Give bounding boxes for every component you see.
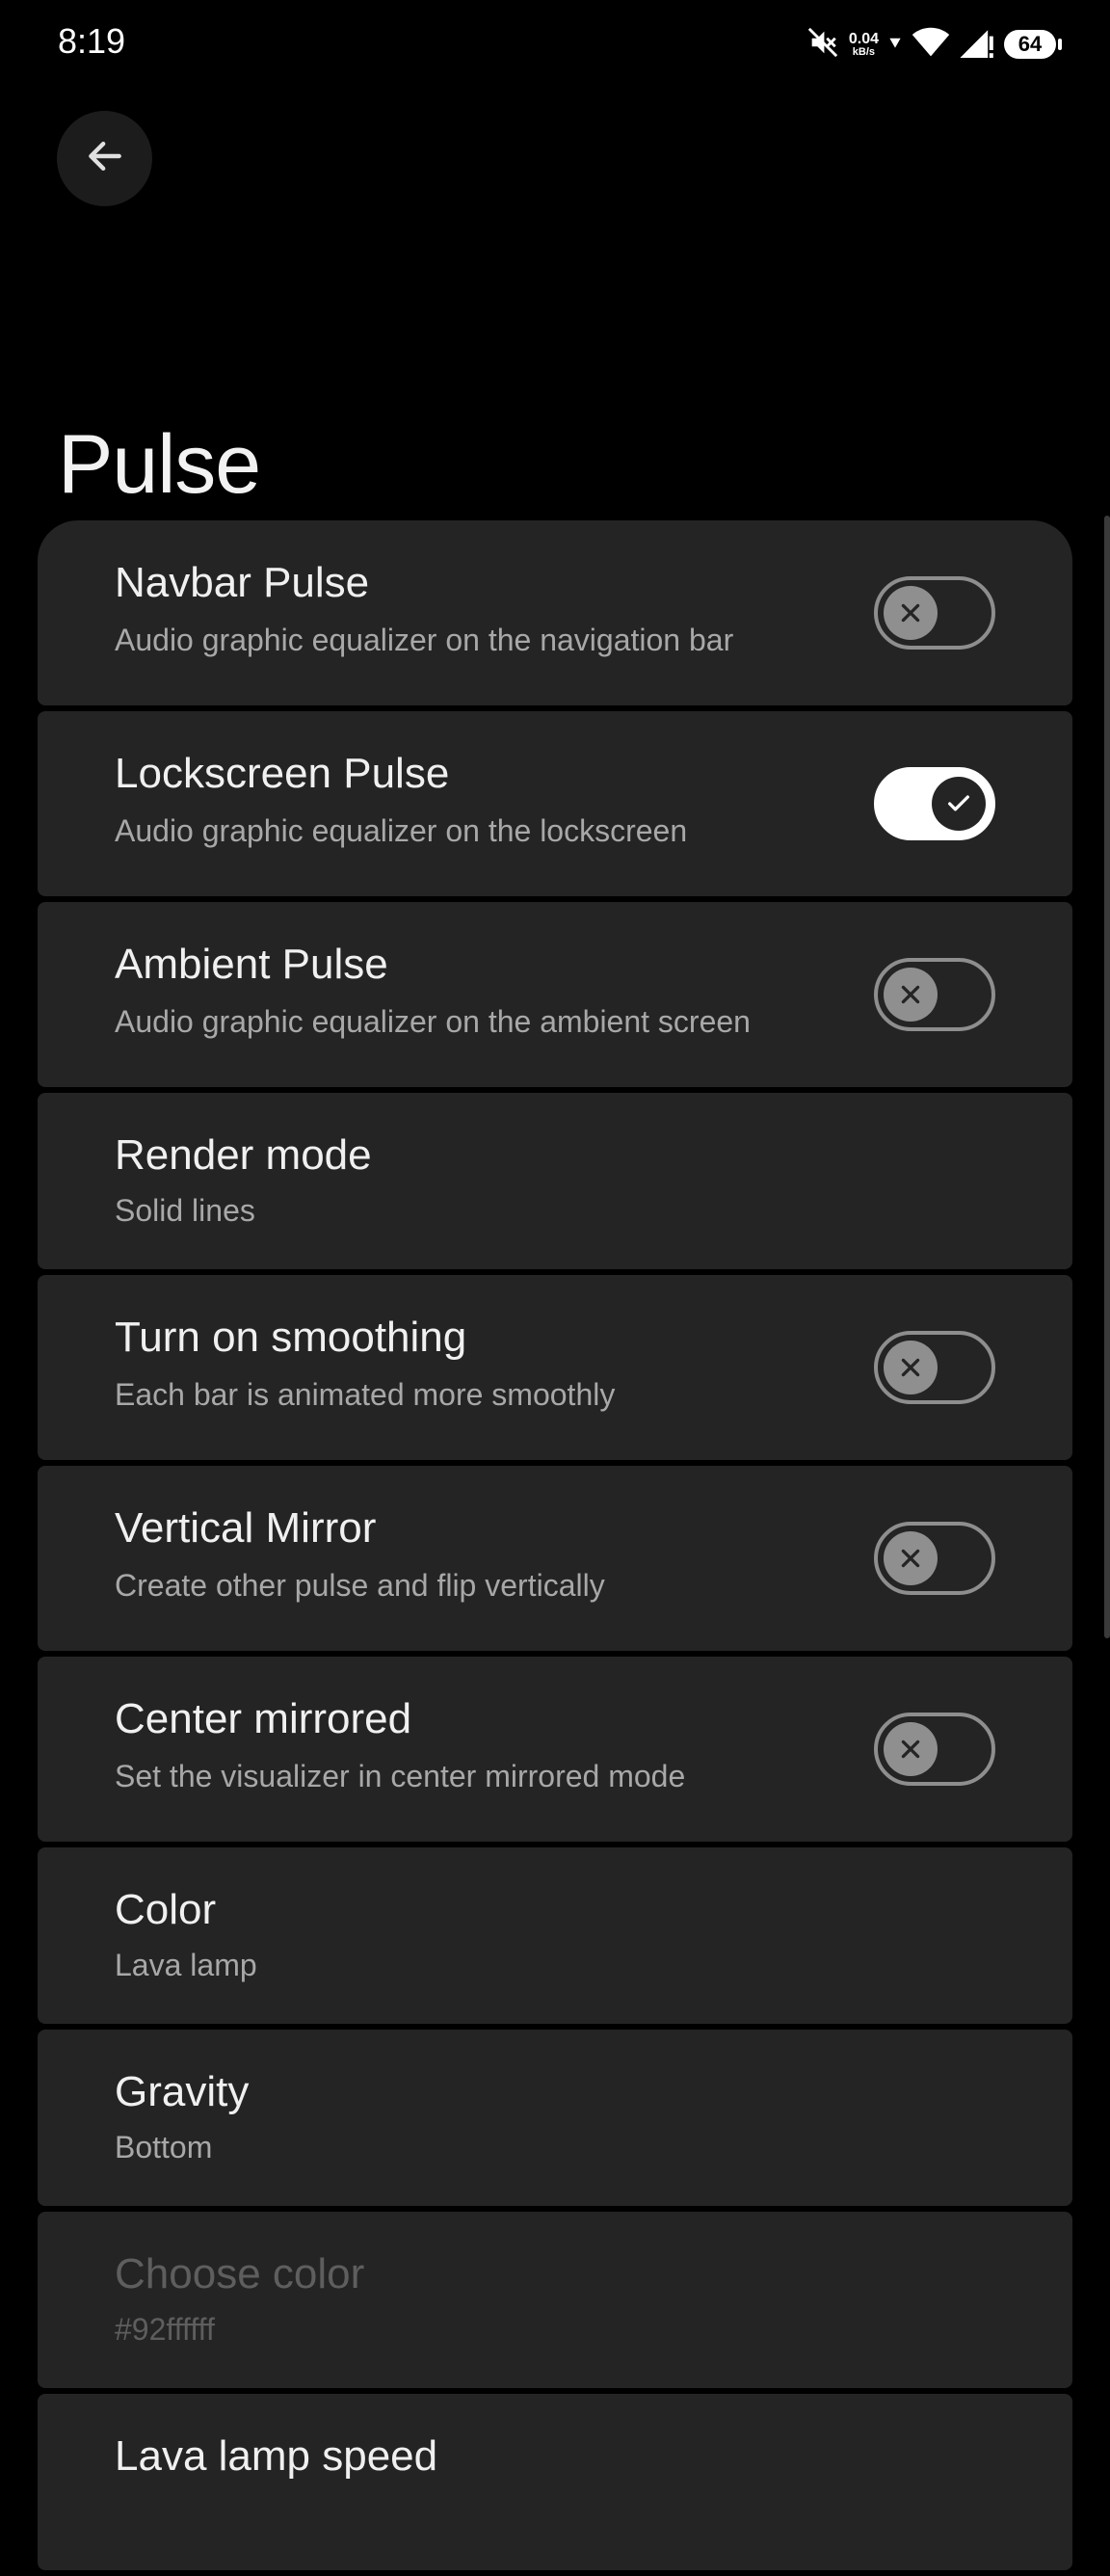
navbar-pulse-toggle[interactable]	[874, 576, 995, 650]
setting-title: Ambient Pulse	[115, 941, 388, 988]
scrollbar[interactable]	[1104, 516, 1110, 1638]
setting-summary: Create other pulse and flip vertically	[115, 1568, 605, 1603]
setting-title: Vertical Mirror	[115, 1504, 377, 1552]
setting-navbar-pulse[interactable]: Navbar Pulse Audio graphic equalizer on …	[38, 520, 1072, 705]
lockscreen-pulse-toggle[interactable]	[874, 767, 995, 840]
status-icons: 0.04 kB/s 64	[806, 25, 1062, 64]
network-speed-unit: kB/s	[852, 45, 876, 58]
setting-title: Choose color	[115, 2250, 365, 2297]
mute-icon	[806, 26, 839, 64]
close-icon	[884, 1531, 938, 1585]
close-icon	[884, 1341, 938, 1394]
setting-summary: Each bar is animated more smoothly	[115, 1377, 616, 1412]
network-speed: 0.04 kB/s	[848, 30, 879, 58]
setting-turn-on-smoothing[interactable]: Turn on smoothing Each bar is animated m…	[38, 1275, 1072, 1460]
setting-title: Lava lamp speed	[115, 2432, 438, 2480]
setting-summary: Audio graphic equalizer on the lockscree…	[115, 813, 688, 848]
setting-center-mirrored[interactable]: Center mirrored Set the visualizer in ce…	[38, 1657, 1072, 1842]
smoothing-toggle[interactable]	[874, 1331, 995, 1404]
setting-title: Render mode	[115, 1131, 372, 1179]
setting-render-mode[interactable]: Render mode Solid lines	[38, 1093, 1072, 1269]
ambient-pulse-toggle[interactable]	[874, 958, 995, 1031]
center-mirrored-toggle[interactable]	[874, 1713, 995, 1786]
arrow-left-icon	[84, 135, 126, 182]
page-title: Pulse	[58, 417, 261, 511]
setting-gravity[interactable]: Gravity Bottom	[38, 2030, 1072, 2206]
setting-ambient-pulse[interactable]: Ambient Pulse Audio graphic equalizer on…	[38, 902, 1072, 1087]
battery-icon: 64	[1004, 30, 1062, 59]
setting-summary: Audio graphic equalizer on the navigatio…	[115, 623, 734, 657]
setting-summary: Solid lines	[115, 1193, 255, 1228]
vertical-mirror-toggle[interactable]	[874, 1522, 995, 1595]
setting-title: Color	[115, 1886, 217, 1933]
wifi-icon	[912, 27, 950, 63]
status-bar: 8:19 0.04 kB/s 64	[0, 0, 1110, 89]
data-arrow-icon	[888, 36, 902, 54]
setting-title: Lockscreen Pulse	[115, 750, 450, 797]
setting-title: Navbar Pulse	[115, 559, 370, 606]
settings-list: Navbar Pulse Audio graphic equalizer on …	[38, 520, 1072, 2576]
signal-icon	[960, 27, 994, 63]
setting-vertical-mirror[interactable]: Vertical Mirror Create other pulse and f…	[38, 1466, 1072, 1651]
setting-summary: Lava lamp	[115, 1948, 257, 1982]
back-button[interactable]	[57, 111, 152, 206]
close-icon	[884, 586, 938, 640]
setting-summary: Audio graphic equalizer on the ambient s…	[115, 1004, 751, 1039]
setting-summary: #92ffffff	[115, 2312, 215, 2347]
setting-choose-color: Choose color #92ffffff	[38, 2212, 1072, 2388]
setting-title: Gravity	[115, 2068, 250, 2115]
setting-summary: Set the visualizer in center mirrored mo…	[115, 1759, 686, 1793]
status-time: 8:19	[58, 21, 126, 61]
check-icon	[932, 777, 986, 831]
setting-lockscreen-pulse[interactable]: Lockscreen Pulse Audio graphic equalizer…	[38, 711, 1072, 896]
setting-lava-lamp-speed[interactable]: Lava lamp speed	[38, 2394, 1072, 2570]
close-icon	[884, 968, 938, 1022]
close-icon	[884, 1722, 938, 1776]
setting-summary: Bottom	[115, 2130, 213, 2164]
setting-title: Center mirrored	[115, 1695, 412, 1742]
network-speed-value: 0.04	[848, 30, 879, 47]
setting-color[interactable]: Color Lava lamp	[38, 1847, 1072, 2024]
setting-title: Turn on smoothing	[115, 1314, 467, 1361]
